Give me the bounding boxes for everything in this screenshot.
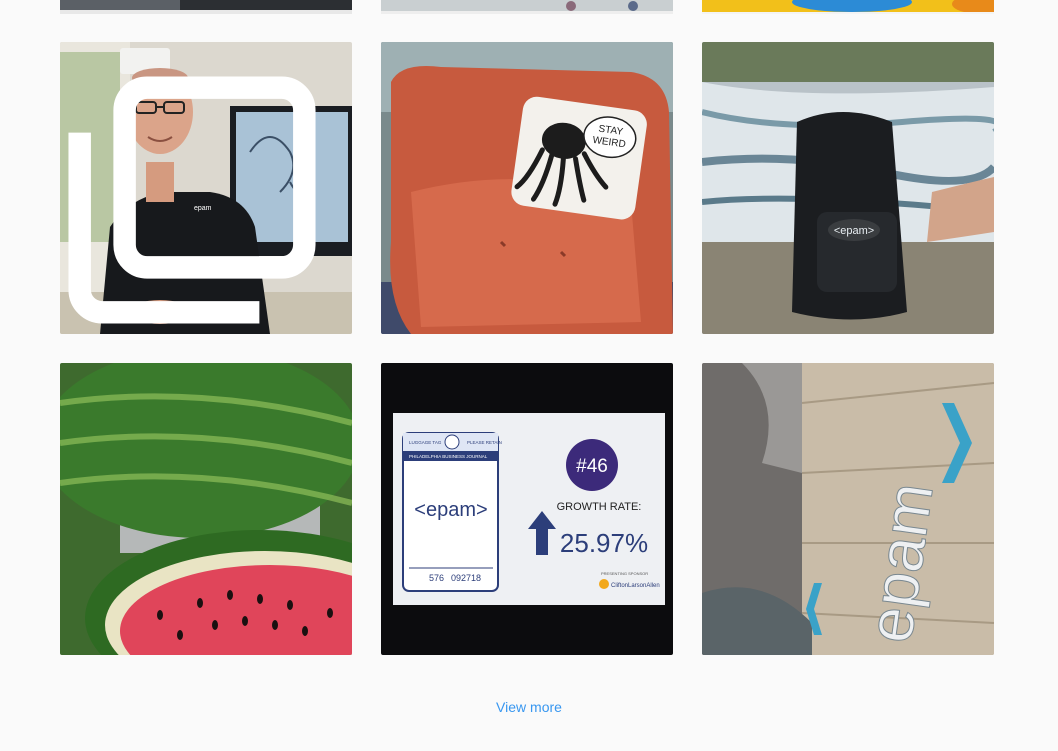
- tag-number: 092718: [451, 573, 481, 583]
- tag-code: 576: [429, 573, 444, 583]
- backpack-logo: <epam>: [834, 225, 874, 237]
- photo-tile-top-3[interactable]: [702, 0, 994, 14]
- multiple-photos-icon: [68, 76, 316, 324]
- tag-logo: <epam>: [414, 499, 487, 521]
- photo-tile-man-whiteboard[interactable]: epam: [60, 42, 352, 334]
- tag-left-text: LUGGAGE TAG: [409, 440, 442, 445]
- sponsor-name: CliftonLarsonAllen: [611, 583, 660, 589]
- growth-value: 25.97%: [560, 528, 648, 558]
- photo-tile-armchair[interactable]: STAY WEIRD: [381, 42, 673, 334]
- photo-tile-backpack-waterfall[interactable]: <epam>: [702, 42, 994, 334]
- tag-right-text: PLEASE RETAIN: [467, 440, 502, 445]
- growth-label: GROWTH RATE:: [557, 501, 642, 513]
- view-more-link[interactable]: View more: [0, 699, 1058, 715]
- photo-tile-epam-sign[interactable]: epam: [702, 363, 994, 655]
- photo-tile-watermelon[interactable]: [60, 363, 352, 655]
- journal-text: PHILADELPHIA BUSINESS JOURNAL: [409, 454, 488, 459]
- photo-tile-growth-presentation[interactable]: LUGGAGE TAG PLEASE RETAIN PHILADELPHIA B…: [381, 363, 673, 655]
- sponsor-label: PRESENTING SPONSOR: [601, 571, 648, 576]
- photo-tile-top-1[interactable]: [60, 0, 352, 14]
- photo-tile-top-2[interactable]: [381, 0, 673, 14]
- rank-text: #46: [576, 456, 608, 477]
